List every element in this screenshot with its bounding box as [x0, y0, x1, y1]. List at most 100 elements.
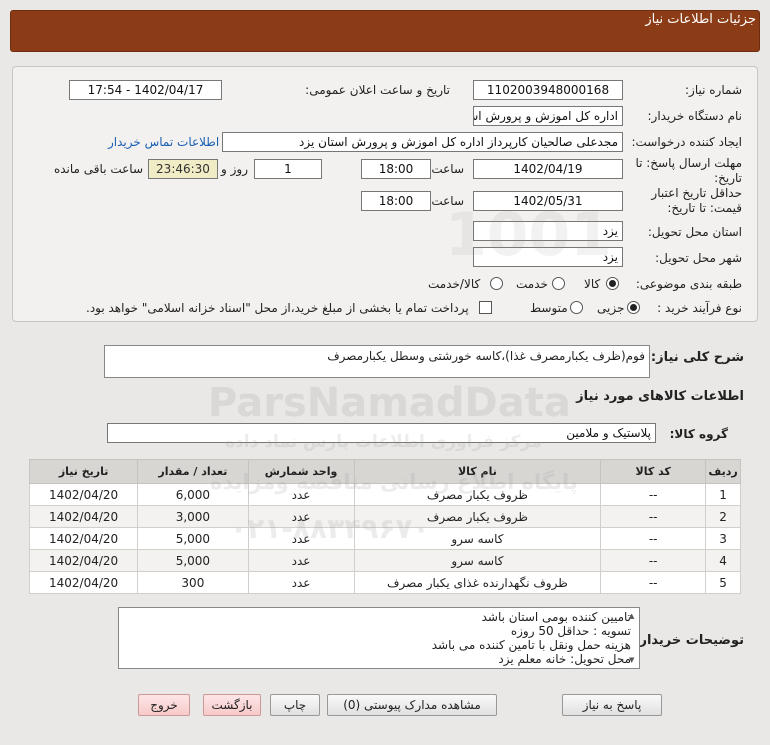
cell-item-name: کاسه سرو	[353, 549, 602, 572]
cell-row-number: 5	[705, 571, 741, 594]
announce-field: 1402/04/17 - 17:54	[69, 80, 222, 100]
deadline-time-field: 18:00	[361, 159, 431, 179]
buyer-notes-label: توضیحات خریدار:	[634, 633, 744, 648]
buyer-org-field: اداره کل اموزش و پرورش استان یزد	[473, 106, 623, 126]
buyer-notes-box[interactable]: تامیین کننده بومی استان باشد تسویه : حدا…	[118, 607, 640, 669]
cell-row-number: 1	[705, 483, 741, 506]
watermark-brand: ParsNamadData	[208, 380, 571, 426]
validity-time-field: 18:00	[361, 191, 431, 211]
process-option-medium: متوسط	[530, 301, 568, 315]
col-header-quantity: تعداد / مقدار	[137, 459, 249, 484]
deadline-date-field: 1402/04/19	[473, 159, 623, 179]
cell-item-name: ظروف یکبار مصرف	[353, 483, 602, 506]
buyer-org-label: نام دستگاه خریدار:	[647, 109, 743, 123]
cell-item-code: --	[600, 483, 707, 506]
cell-quantity: 5,000	[137, 549, 249, 572]
table-row: 4 -- کاسه سرو عدد 5,000 1402/04/20	[28, 549, 741, 572]
city-field: یزد	[473, 247, 623, 267]
days-field: 1	[254, 159, 322, 179]
category-radio-goods[interactable]	[606, 277, 619, 290]
cell-item-code: --	[600, 549, 707, 572]
cell-need-date: 1402/04/20	[28, 483, 139, 506]
goods-group-field: پلاستیک و ملامین	[107, 423, 656, 443]
need-number-field: 1102003948000168	[473, 80, 623, 100]
remaining-time-field: 23:46:30	[148, 159, 218, 179]
cell-item-name: کاسه سرو	[353, 527, 602, 550]
cell-quantity: 6,000	[137, 483, 249, 506]
category-option-service: خدمت	[516, 277, 548, 291]
buyer-contact-link[interactable]: اطلاعات تماس خریدار	[108, 135, 219, 149]
validity-time-label: ساعت	[431, 194, 464, 208]
treasury-payment-checkbox[interactable]	[479, 301, 492, 314]
col-header-item-name: نام کالا	[353, 459, 602, 484]
cell-item-code: --	[600, 527, 707, 550]
process-label: نوع فرآیند خرید :	[657, 301, 742, 315]
back-button[interactable]: بازگشت	[203, 694, 261, 716]
view-attachments-button[interactable]: مشاهده مدارک پیوستی (0)	[327, 694, 497, 716]
category-option-goods-service: کالا/خدمت	[428, 277, 481, 291]
buyer-note-line: هزینه حمل ونقل با تامین کننده می باشد	[431, 638, 631, 652]
summary-label: شرح کلی نیاز:	[650, 350, 744, 365]
province-field: یزد	[473, 221, 623, 241]
validity-date-field: 1402/05/31	[473, 191, 623, 211]
page-title: جزئیات اطلاعات نیاز	[645, 12, 756, 27]
scroll-up-icon[interactable]: ▲	[629, 612, 634, 620]
cell-need-date: 1402/04/20	[28, 505, 139, 528]
process-radio-minor[interactable]	[627, 301, 640, 314]
summary-field: فوم(ظرف یکبارمصرف غذا)،کاسه خورشتی وسطل …	[104, 345, 650, 378]
cell-item-name: ظروف یکبار مصرف	[353, 505, 602, 528]
buyer-note-line: تامیین کننده بومی استان باشد	[481, 610, 631, 624]
need-number-label: شماره نیاز:	[685, 83, 742, 97]
cell-need-date: 1402/04/20	[28, 527, 139, 550]
requester-field: مجدعلی صالحیان کارپرداز اداره کل اموزش و…	[222, 132, 623, 152]
exit-button[interactable]: خروج	[138, 694, 190, 716]
category-option-goods: کالا	[584, 277, 601, 291]
city-label: شهر محل تحویل:	[655, 251, 742, 265]
cell-need-date: 1402/04/20	[28, 549, 139, 572]
deadline-time-label: ساعت	[431, 162, 464, 176]
buyer-note-line: تسویه : حداقل 50 روزه	[510, 624, 631, 638]
goods-group-label: گروه کالا:	[669, 427, 728, 441]
items-table: ردیف کد کالا نام کالا واحد شمارش تعداد /…	[28, 459, 741, 594]
cell-row-number: 4	[705, 549, 741, 572]
process-option-minor: جزیی	[597, 301, 625, 315]
table-row: 1 -- ظروف یکبار مصرف عدد 6,000 1402/04/2…	[28, 483, 741, 506]
scroll-down-icon[interactable]: ▼	[629, 656, 634, 664]
print-button[interactable]: چاپ	[270, 694, 320, 716]
validity-label: حداقل تاریخ اعتبار قیمت: تا تاریخ:	[651, 186, 742, 215]
requester-label: ایجاد کننده درخواست:	[631, 135, 742, 149]
deadline-label: مهلت ارسال پاسخ: تا تاریخ:	[635, 156, 742, 185]
cell-quantity: 3,000	[137, 505, 249, 528]
cell-unit: عدد	[247, 527, 355, 550]
table-row: 3 -- کاسه سرو عدد 5,000 1402/04/20	[28, 527, 741, 550]
cell-unit: عدد	[247, 505, 355, 528]
col-header-item-code: کد کالا	[600, 459, 707, 484]
cell-unit: عدد	[247, 571, 355, 594]
treasury-payment-note: پرداخت تمام یا بخشی از مبلغ خرید،از محل …	[86, 301, 469, 315]
cell-need-date: 1402/04/20	[28, 571, 139, 594]
province-label: استان محل تحویل:	[647, 225, 742, 239]
cell-unit: عدد	[247, 549, 355, 572]
days-label: روز و	[221, 162, 248, 176]
cell-item-name: ظروف نگهدارنده غذای یکبار مصرف	[353, 571, 602, 594]
category-radio-goods-service[interactable]	[490, 277, 503, 290]
col-header-row-number: ردیف	[705, 459, 741, 484]
cell-item-code: --	[600, 505, 707, 528]
category-radio-service[interactable]	[552, 277, 565, 290]
remaining-label: ساعت باقی مانده	[53, 162, 143, 176]
items-table-wrap: ردیف کد کالا نام کالا واحد شمارش تعداد /…	[28, 459, 741, 594]
process-radio-medium[interactable]	[570, 301, 583, 314]
reply-button[interactable]: پاسخ به نیاز	[562, 694, 662, 716]
cell-item-code: --	[600, 571, 707, 594]
cell-unit: عدد	[247, 483, 355, 506]
table-row: 5 -- ظروف نگهدارنده غذای یکبار مصرف عدد …	[28, 571, 741, 594]
buyer-note-line: محل تحویل: خانه معلم یزد	[498, 652, 631, 666]
col-header-unit: واحد شمارش	[247, 459, 355, 484]
col-header-need-date: تاریخ نیاز	[28, 459, 139, 484]
cell-row-number: 3	[705, 527, 741, 550]
goods-section-title: اطلاعات کالاهای مورد نیاز	[576, 389, 744, 404]
cell-quantity: 300	[137, 571, 249, 594]
announce-label: تاریخ و ساعت اعلان عمومی:	[305, 83, 450, 97]
table-header-row: ردیف کد کالا نام کالا واحد شمارش تعداد /…	[28, 459, 741, 484]
category-label: طبقه بندی موضوعی:	[635, 277, 742, 291]
